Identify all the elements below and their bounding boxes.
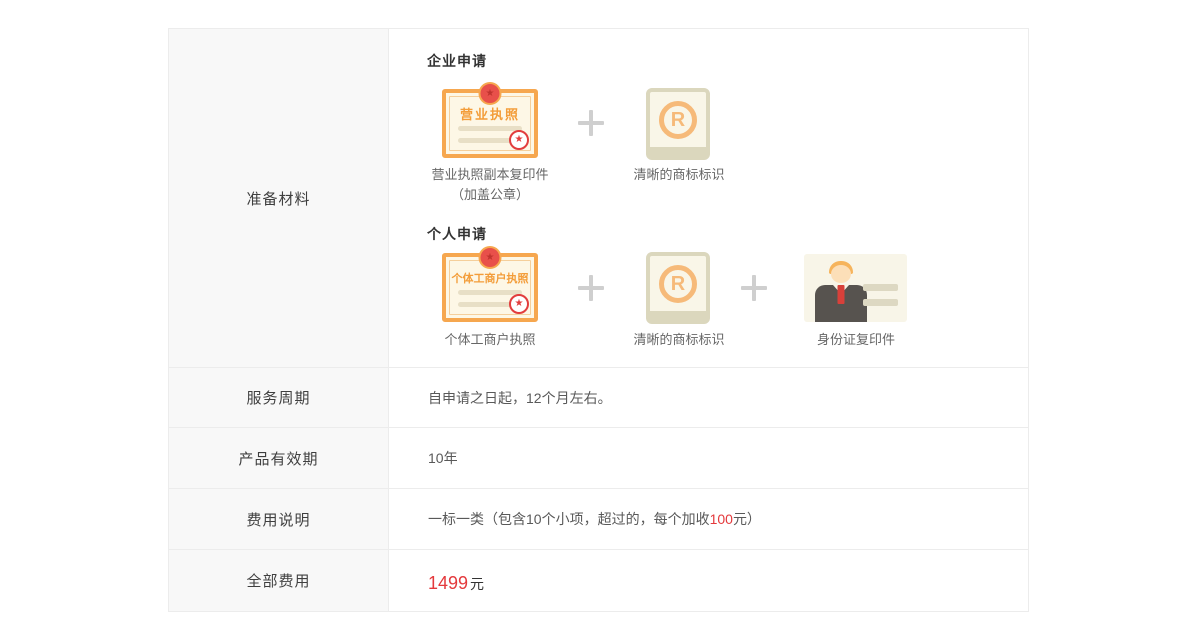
stamp-icon: ★	[509, 130, 529, 150]
business-license-icon: ★ 营业执照 ★	[442, 89, 538, 158]
trademark-caption: 清晰的商标标识	[633, 330, 724, 350]
validity-label: 产品有效期	[169, 428, 389, 488]
total-fee-unit: 元	[470, 574, 484, 594]
person-face	[831, 265, 851, 283]
row-fee-note: 费用说明 一标一类（包含10个小项，超过的，每个加收100元）	[169, 489, 1028, 550]
individual-business-license-icon: ★ 个体工商户执照 ★	[442, 253, 538, 322]
id-card-caption: 身份证复印件	[817, 330, 895, 350]
row-total-fee: 全部费用 1499元	[169, 550, 1028, 611]
stamp-star-icon: ★	[515, 299, 524, 309]
fee-note-prefix: 一标一类（包含10个小项，超过的，每个加收	[428, 509, 710, 529]
emblem-star-icon: ★	[486, 253, 495, 263]
enterprise-section-title: 企业申请	[427, 51, 487, 71]
person-tie	[838, 285, 845, 304]
fee-note-label: 费用说明	[169, 489, 389, 549]
materials-content: 企业申请 ★ 营业执照 ★ R 营业执照副本复印件 （加盖公章） 清晰的商标标识…	[389, 29, 1028, 367]
materials-row-label: 准备材料	[169, 29, 389, 367]
caption-line: 营业执照副本复印件	[431, 165, 548, 185]
stamp-icon: ★	[509, 294, 529, 314]
license-doc-title: 营业执照	[446, 104, 534, 123]
total-fee-value: 1499元	[389, 550, 1028, 611]
plus-icon	[578, 110, 604, 136]
row-prepare-materials: 准备材料 企业申请 ★ 营业执照 ★ R 营业执照副本复印件 （加盖公章） 清晰…	[169, 29, 1028, 368]
license-doc-title: 个体工商户执照	[446, 270, 534, 286]
fee-note-highlight: 100	[710, 511, 733, 527]
id-card-icon	[804, 254, 907, 322]
service-period-label: 服务周期	[169, 368, 389, 427]
trademark-caption: 清晰的商标标识	[633, 165, 724, 185]
validity-value: 10年	[389, 428, 1028, 488]
caption-line: （加盖公章）	[431, 185, 548, 205]
business-license-caption: 营业执照副本复印件 （加盖公章）	[431, 165, 548, 205]
registered-symbol-icon: R	[659, 101, 697, 139]
person-suit	[815, 285, 867, 322]
trademark-icon: R	[646, 88, 710, 160]
total-fee-label: 全部费用	[169, 550, 389, 611]
national-emblem-icon: ★	[479, 246, 502, 269]
plus-icon	[741, 275, 767, 301]
plus-icon	[578, 275, 604, 301]
id-card-text-line	[863, 284, 898, 291]
id-card-text-line	[863, 299, 898, 306]
national-emblem-icon: ★	[479, 82, 502, 105]
individual-license-caption: 个体工商户执照	[444, 330, 535, 350]
registered-symbol-icon: R	[659, 265, 697, 303]
product-info-table: 准备材料 企业申请 ★ 营业执照 ★ R 营业执照副本复印件 （加盖公章） 清晰…	[168, 28, 1029, 612]
fee-note-value: 一标一类（包含10个小项，超过的，每个加收100元）	[389, 489, 1028, 549]
service-period-value: 自申请之日起，12个月左右。	[389, 368, 1028, 427]
row-service-period: 服务周期 自申请之日起，12个月左右。	[169, 368, 1028, 428]
individual-section-title: 个人申请	[427, 224, 487, 244]
trademark-icon: R	[646, 252, 710, 324]
license-text-line	[458, 290, 522, 295]
fee-note-suffix: 元）	[733, 509, 761, 529]
total-fee-amount: 1499	[428, 573, 468, 594]
emblem-star-icon: ★	[486, 89, 495, 99]
stamp-star-icon: ★	[515, 135, 524, 145]
row-validity: 产品有效期 10年	[169, 428, 1028, 489]
license-text-line	[458, 126, 522, 131]
